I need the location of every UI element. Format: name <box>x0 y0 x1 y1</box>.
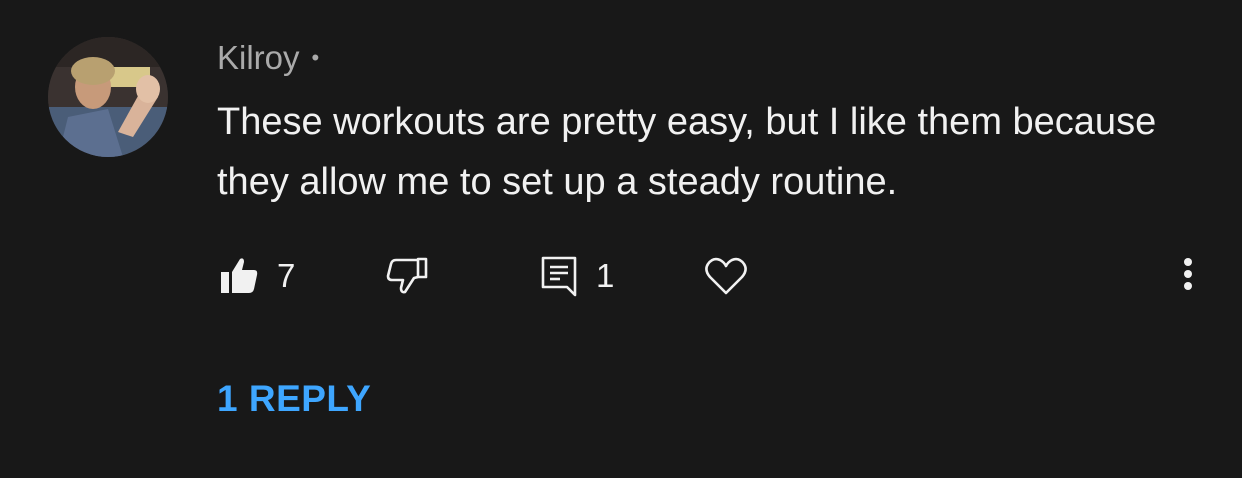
separator-dot: • <box>311 45 320 70</box>
avatar[interactable] <box>48 37 168 157</box>
reply-button[interactable]: 1 <box>540 254 614 298</box>
comment-card: Kilroy • These workouts are pretty easy,… <box>0 0 1242 478</box>
more-options-button[interactable] <box>1172 252 1204 300</box>
thumbs-up-icon <box>221 258 258 293</box>
heart-icon <box>705 257 747 295</box>
reply-count: 1 <box>596 257 615 294</box>
author-name[interactable]: Kilroy <box>217 39 300 77</box>
comment-icon <box>541 256 577 297</box>
comment-text: These workouts are pretty easy, but I li… <box>217 101 1157 203</box>
like-count: 7 <box>277 257 296 294</box>
dislike-button[interactable] <box>386 254 428 298</box>
thumbs-down-icon <box>386 257 428 294</box>
like-button[interactable]: 7 <box>219 254 295 298</box>
more-vertical-icon <box>1184 258 1192 290</box>
heart-button[interactable] <box>704 254 748 298</box>
view-replies-link[interactable]: 1 REPLY <box>217 378 371 420</box>
avatar-image <box>48 37 168 157</box>
author-row: Kilroy • <box>217 38 319 78</box>
